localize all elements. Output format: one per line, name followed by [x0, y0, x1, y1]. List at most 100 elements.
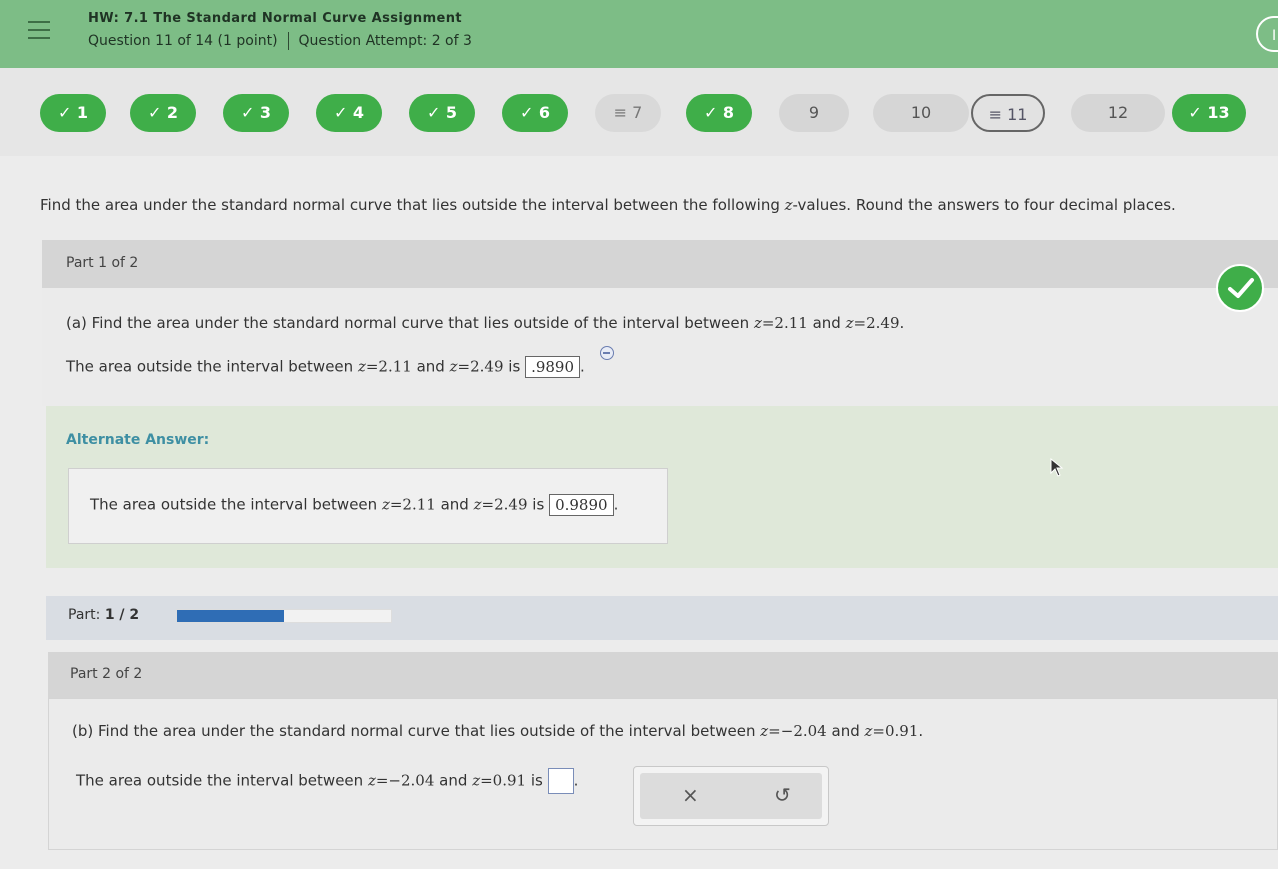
progress-value: 1 / 2 — [104, 607, 140, 623]
question-text: (a) Find the area under the standard nor… — [66, 314, 750, 332]
undo-button[interactable]: ↺ — [774, 783, 791, 807]
answer-box-part-1[interactable]: .9890 — [525, 356, 581, 378]
z-variable: z — [381, 495, 390, 514]
period: . — [580, 357, 585, 376]
equals-sign: = — [457, 357, 471, 376]
z-value-2: 2.49 — [494, 495, 528, 514]
question-nav-label: 8 — [722, 103, 735, 122]
progress-bar — [176, 609, 392, 623]
attempt-counter: Question Attempt: 2 of 3 — [298, 33, 472, 49]
progress-bar-fill — [177, 610, 284, 622]
minus-circle-icon[interactable] — [600, 346, 614, 360]
question-nav-label: 2 — [166, 103, 179, 122]
is-text: is — [508, 357, 521, 376]
clear-button[interactable]: × — [682, 783, 699, 807]
question-navigation: ✓ 1 ✓ 2 ✓ 3 ✓ 4 ✓ 5 ✓ 6 ≡ 7 ✓ 8 9 10 ≡ 1… — [0, 68, 1278, 156]
is-text: is — [530, 771, 543, 790]
part-2-question: (b) Find the area under the standard nor… — [72, 722, 923, 740]
z-value-1: 2.11 — [378, 357, 412, 376]
and-text: and — [416, 357, 445, 376]
period: . — [899, 314, 905, 332]
alternate-answer-line: The area outside the interval between z=… — [90, 494, 618, 516]
alternate-answer-label: Alternate Answer: — [66, 432, 210, 448]
correct-check-icon — [1216, 264, 1264, 312]
question-nav-6[interactable]: ✓ 6 — [502, 94, 568, 132]
equals-sign: = — [480, 771, 493, 790]
assignment-header: HW: 7.1 The Standard Normal Curve Assign… — [0, 0, 1278, 68]
part-1-header: Part 1 of 2 — [42, 240, 1278, 288]
question-nav-10[interactable]: 10 — [873, 94, 969, 132]
instructions-text: Find the area under the standard normal … — [40, 196, 785, 214]
z-value-1: 2.11 — [402, 495, 436, 514]
question-nav-2[interactable]: ✓ 2 — [130, 94, 196, 132]
question-instructions: Find the area under the standard normal … — [40, 196, 1176, 214]
question-number: Question 11 of 14 (1 point) — [88, 33, 278, 49]
question-nav-5[interactable]: ✓ 5 — [409, 94, 475, 132]
equals-sign: = — [389, 495, 403, 514]
question-nav-label: 5 — [445, 103, 458, 122]
z-variable: z — [449, 357, 458, 376]
question-nav-7[interactable]: ≡ 7 — [595, 94, 661, 132]
question-nav-label: 4 — [352, 103, 365, 122]
answer-tools: × ↺ — [633, 766, 829, 826]
question-nav-4[interactable]: ✓ 4 — [316, 94, 382, 132]
question-nav-label: 3 — [259, 103, 272, 122]
period: . — [573, 771, 579, 790]
z-value-1: −2.04 — [780, 722, 827, 740]
mouse-cursor-icon — [1050, 458, 1064, 477]
and-text: and — [831, 722, 860, 740]
z-variable: z — [472, 771, 481, 790]
equals-sign: = — [872, 722, 885, 740]
menu-icon[interactable] — [28, 21, 50, 39]
header-right-button[interactable]: I — [1256, 16, 1278, 52]
question-nav-1[interactable]: ✓ 1 — [40, 94, 106, 132]
z-variable: z — [357, 357, 366, 376]
alternate-answer-value: 0.9890 — [549, 494, 614, 516]
question-meta: Question 11 of 14 (1 point) Question Atte… — [88, 32, 472, 50]
question-nav-8[interactable]: ✓ 8 — [686, 94, 752, 132]
question-nav-13[interactable]: ✓ 13 — [1172, 94, 1246, 132]
answer-prefix: The area outside the interval between — [90, 495, 378, 514]
equals-sign: = — [481, 495, 495, 514]
z-value-1: 2.11 — [774, 314, 808, 332]
z-variable: z — [473, 495, 482, 514]
z-variable: z — [753, 314, 762, 332]
equals-sign: = — [365, 357, 379, 376]
part-2-answer-line: The area outside the interval between z=… — [76, 768, 578, 794]
part-1-question: (a) Find the area under the standard nor… — [66, 314, 904, 332]
z-value-2: 0.91 — [885, 722, 919, 740]
and-text: and — [439, 771, 468, 790]
answer-input-part-2[interactable] — [547, 768, 574, 794]
and-text: and — [440, 495, 469, 514]
is-text: is — [532, 495, 545, 514]
question-text: (b) Find the area under the standard nor… — [72, 722, 756, 740]
question-nav-11[interactable]: ≡ 11 — [971, 94, 1045, 132]
answer-prefix: The area outside the interval between — [66, 357, 354, 376]
question-nav-3[interactable]: ✓ 3 — [223, 94, 289, 132]
question-nav-label: 1 — [76, 103, 89, 122]
and-text: and — [812, 314, 841, 332]
z-variable: z — [760, 722, 769, 740]
z-value-2: 2.49 — [866, 314, 900, 332]
question-nav-label: 6 — [538, 103, 551, 122]
z-variable: z — [367, 771, 376, 790]
divider — [287, 32, 289, 50]
equals-sign: = — [761, 314, 775, 332]
question-nav-9[interactable]: 9 — [779, 94, 849, 132]
z-value-2: 0.91 — [492, 771, 527, 790]
part-2-header: Part 2 of 2 — [48, 652, 1278, 698]
instructions-text: -values. Round the answers to four decim… — [792, 196, 1176, 214]
question-nav-label: 7 — [632, 103, 643, 122]
equals-sign: = — [853, 314, 867, 332]
assignment-title: HW: 7.1 The Standard Normal Curve Assign… — [88, 11, 463, 26]
z-variable: z — [784, 196, 793, 214]
equals-sign: = — [375, 771, 389, 790]
answer-tools-inner: × ↺ — [640, 773, 822, 819]
question-nav-label: 13 — [1207, 103, 1230, 122]
question-nav-label: 11 — [1007, 105, 1028, 124]
equals-sign: = — [768, 722, 781, 740]
part-1-body — [42, 288, 1278, 406]
question-nav-12[interactable]: 12 — [1071, 94, 1165, 132]
z-value-1: −2.04 — [388, 771, 435, 790]
z-value-2: 2.49 — [470, 357, 504, 376]
